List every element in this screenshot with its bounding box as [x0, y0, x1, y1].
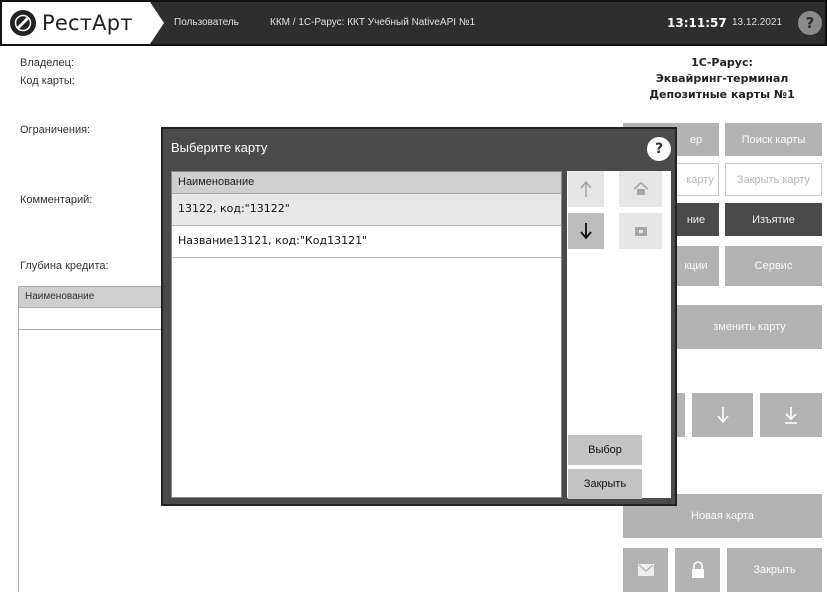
credit-depth-label: Глубина кредита:	[20, 260, 109, 272]
select-card-dialog: Выберите карту ? Наименование 13122, код…	[161, 127, 677, 506]
comment-label: Комментарий:	[20, 194, 93, 206]
deposit-button-label: ние	[686, 213, 706, 226]
scroll-up-button[interactable]	[568, 171, 604, 207]
terminal-title-line1: 1С-Рарус:	[691, 56, 753, 69]
arrow-up-icon	[580, 180, 592, 197]
list-item[interactable]: 13122, код:"13122"	[172, 194, 561, 226]
service-button[interactable]: Сервис	[725, 246, 822, 286]
terminal-title-line3: Депозитные карты №1	[649, 88, 795, 101]
logo-arrow-shape	[150, 2, 164, 44]
left-table-row[interactable]	[18, 308, 164, 330]
clock-date: 13.12.2021	[732, 17, 783, 28]
arrow-down-button[interactable]	[692, 393, 753, 437]
terminal-title-line2: Эквайринг-терминал	[655, 72, 789, 85]
home-button[interactable]	[619, 171, 662, 207]
left-table-header: Наименование	[18, 286, 164, 308]
folder-icon	[634, 227, 647, 236]
lock-icon	[691, 561, 704, 578]
filter-button-label: ер	[689, 133, 703, 146]
arrow-down-icon	[580, 223, 592, 240]
list-item[interactable]: Название13121, код:"Код13121"	[172, 226, 561, 258]
brand-name: РестАрт	[42, 11, 133, 35]
arrow-down-icon	[716, 407, 729, 424]
help-icon[interactable]: ?	[798, 11, 822, 35]
card-code-label: Код карты:	[20, 75, 75, 87]
close-card-button[interactable]: Закрыть карту	[725, 163, 822, 196]
envelope-icon	[637, 564, 654, 576]
folder-button[interactable]	[619, 213, 662, 249]
brand-logo: РестАрт	[2, 2, 150, 44]
logo-icon	[10, 10, 36, 36]
arrow-down-to-line-icon	[785, 407, 797, 424]
help-icon[interactable]: ?	[647, 137, 671, 161]
actions-button-label: кции	[684, 260, 708, 272]
message-button[interactable]	[623, 548, 668, 592]
card-list: Наименование 13122, код:"13122" Название…	[171, 171, 562, 498]
dialog-close-button[interactable]: Закрыть	[568, 469, 642, 499]
select-button[interactable]: Выбор	[568, 435, 642, 465]
owner-label: Владелец:	[20, 57, 74, 69]
card-list-header: Наименование	[172, 172, 561, 194]
close-button[interactable]: Закрыть	[727, 548, 822, 592]
restrictions-label: Ограничения:	[20, 124, 91, 136]
top-bar: РестАрт Пользователь ККМ / 1С-Рарус: ККТ…	[0, 0, 827, 46]
home-icon	[632, 182, 649, 195]
withdraw-button[interactable]: Изъятие	[725, 203, 822, 236]
lock-button[interactable]	[675, 548, 720, 592]
scroll-end-button[interactable]	[760, 393, 822, 437]
search-card-button[interactable]: Поиск карты	[725, 123, 822, 156]
clock-time: 13:11:57	[667, 16, 727, 30]
dialog-side-panel: Выбор Закрыть	[567, 171, 671, 499]
card-button-label: карту	[686, 173, 714, 186]
dialog-title: Выберите карту	[171, 140, 268, 155]
user-label[interactable]: Пользователь	[174, 17, 239, 28]
scroll-down-button[interactable]	[568, 213, 604, 249]
left-table-body	[18, 330, 164, 592]
kkm-label[interactable]: ККМ / 1С-Рарус: ККТ Учебный NativeAPI №1	[270, 17, 475, 28]
change-card-button-label: зменить карту	[713, 321, 786, 333]
terminal-title: 1С-Рарус: Эквайринг-терминал Депозитные …	[622, 55, 822, 103]
